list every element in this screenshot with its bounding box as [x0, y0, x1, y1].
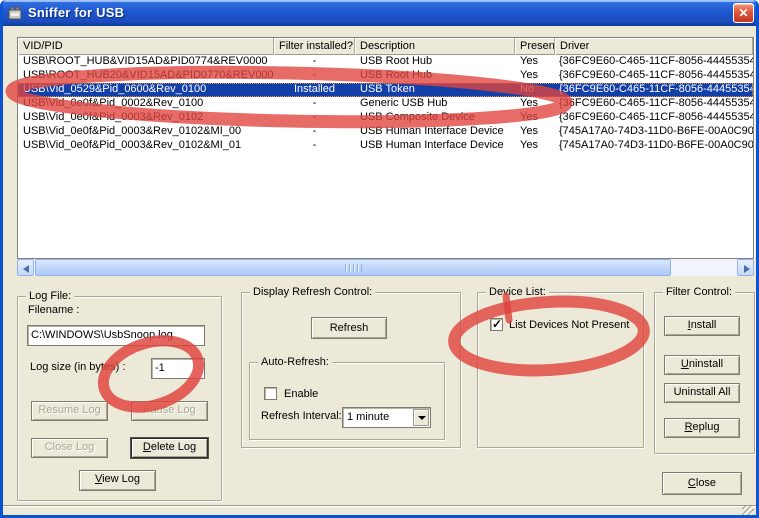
cell-present: Yes	[515, 97, 555, 111]
filename-field[interactable]: C:\WINDOWS\UsbSnoop.log	[27, 325, 205, 346]
cell-description: USB Token	[355, 83, 515, 97]
cell-description: USB Root Hub	[355, 55, 515, 69]
cell-filter: -	[274, 125, 355, 139]
cell-driver: {745A17A0-74D3-11D0-B6FE-00A0C90	[555, 139, 753, 153]
bottom-divider	[3, 505, 756, 507]
scroll-left-button[interactable]	[17, 259, 34, 276]
scroll-right-button[interactable]	[737, 259, 754, 276]
cell-driver: {36FC9E60-C465-11CF-8056-44455354	[555, 97, 753, 111]
view-log-button[interactable]: View Log	[79, 470, 156, 491]
chevron-down-icon[interactable]	[413, 409, 429, 426]
cell-present: No	[515, 83, 555, 97]
cell-description: USB Root Hub	[355, 69, 515, 83]
cell-driver: {36FC9E60-C465-11CF-8056-44455354	[555, 55, 753, 69]
table-row[interactable]: USB\ROOT_HUB&VID15AD&PID0774&REV0000 - U…	[18, 55, 753, 69]
cell-vidpid: USB\Vid_0e0f&Pid_0003&Rev_0102&MI_01	[18, 139, 274, 153]
close-dialog-button[interactable]: Close	[662, 472, 742, 495]
cell-driver: {745A17A0-74D3-11D0-B6FE-00A0C90	[555, 125, 753, 139]
list-devices-not-present-checkbox[interactable]	[490, 318, 503, 331]
refresh-button[interactable]: Refresh	[311, 317, 387, 339]
pause-log-button[interactable]: Pause Log	[131, 401, 208, 421]
display-refresh-group-label: Display Refresh Control:	[250, 286, 375, 298]
refresh-interval-value: 1 minute	[347, 410, 389, 425]
table-row[interactable]: USB\Vid_0e0f&Pid_0002&Rev_0100 - Generic…	[18, 97, 753, 111]
cell-description: USB Human Interface Device	[355, 139, 515, 153]
cell-driver: {36FC9E60-C465-11CF-8056-44455354	[555, 69, 753, 83]
log-file-group-label: Log File:	[26, 290, 74, 302]
cell-vidpid: USB\ROOT_HUB20&VID15AD&PID0770&REV0000	[18, 69, 274, 83]
cell-present: Yes	[515, 139, 555, 153]
uninstall-button[interactable]: Uninstall	[664, 355, 740, 375]
cell-filter: -	[274, 69, 355, 83]
cell-filter: -	[274, 111, 355, 125]
enable-label[interactable]: Enable	[284, 388, 318, 400]
table-body: USB\ROOT_HUB&VID15AD&PID0774&REV0000 - U…	[18, 55, 753, 258]
cell-present: Yes	[515, 125, 555, 139]
cell-driver: {36FC9E60-C465-11CF-8056-44455354	[555, 111, 753, 125]
cell-driver: {36FC9E60-C465-11CF-8056-44455354	[555, 83, 753, 97]
table-row[interactable]: USB\Vid_0e0f&Pid_0003&Rev_0102 - USB Com…	[18, 111, 753, 125]
titlebar-highlight	[0, 0, 759, 2]
chevron-left-icon	[23, 265, 29, 273]
usb-device-table: VID/PID Filter installed? Description Pr…	[17, 37, 754, 259]
cell-description: Generic USB Hub	[355, 97, 515, 111]
install-button[interactable]: Install	[664, 316, 740, 336]
header-present[interactable]: Present	[515, 38, 555, 55]
device-list-group-label: Device List:	[486, 286, 549, 298]
header-filter-installed[interactable]: Filter installed?	[274, 38, 355, 55]
cell-description: USB Composite Device	[355, 111, 515, 125]
usb-app-icon	[7, 5, 23, 21]
cell-present: Yes	[515, 69, 555, 83]
uninstall-all-button[interactable]: Uninstall All	[664, 383, 740, 403]
cell-present: Yes	[515, 111, 555, 125]
replug-button[interactable]: Replug	[664, 418, 740, 438]
close-log-button[interactable]: Close Log	[31, 438, 108, 458]
cell-filter: -	[274, 139, 355, 153]
cell-vidpid: USB\Vid_0529&Pid_0600&Rev_0100	[18, 83, 274, 97]
window-title: Sniffer for USB	[28, 5, 124, 20]
enable-auto-refresh-checkbox[interactable]	[264, 387, 277, 400]
auto-refresh-group: Auto-Refresh:	[249, 362, 445, 440]
delete-log-button[interactable]: Delete Log	[131, 438, 208, 458]
filename-label: Filename :	[28, 304, 79, 316]
header-description[interactable]: Description	[355, 38, 515, 55]
cell-vidpid: USB\ROOT_HUB&VID15AD&PID0774&REV0000	[18, 55, 274, 69]
close-window-button[interactable]: ✕	[733, 3, 754, 23]
list-devices-not-present-label[interactable]: List Devices Not Present	[509, 319, 629, 331]
chevron-right-icon	[744, 265, 750, 273]
filter-control-group-label: Filter Control:	[663, 286, 735, 298]
header-vidpid[interactable]: VID/PID	[18, 38, 274, 55]
log-size-label: Log size (in bytes) :	[30, 361, 125, 373]
resize-grip[interactable]	[742, 506, 754, 516]
cell-filter: -	[274, 55, 355, 69]
header-driver[interactable]: Driver	[555, 38, 753, 55]
scrollbar-grip-icon	[345, 264, 362, 272]
cell-vidpid: USB\Vid_0e0f&Pid_0002&Rev_0100	[18, 97, 274, 111]
cell-filter: Installed	[274, 83, 355, 97]
table-row[interactable]: USB\Vid_0e0f&Pid_0003&Rev_0102&MI_01 - U…	[18, 139, 753, 153]
cell-vidpid: USB\Vid_0e0f&Pid_0003&Rev_0102	[18, 111, 274, 125]
cell-filter: -	[274, 97, 355, 111]
table-row[interactable]: USB\Vid_0e0f&Pid_0003&Rev_0102&MI_00 - U…	[18, 125, 753, 139]
cell-vidpid: USB\Vid_0e0f&Pid_0003&Rev_0102&MI_00	[18, 125, 274, 139]
horizontal-scrollbar[interactable]	[17, 259, 754, 276]
resume-log-button[interactable]: Resume Log	[31, 401, 108, 421]
table-row[interactable]: USB\ROOT_HUB20&VID15AD&PID0770&REV0000 -…	[18, 69, 753, 83]
refresh-interval-label: Refresh Interval:	[261, 410, 342, 422]
scrollbar-thumb[interactable]	[35, 259, 671, 276]
titlebar: Sniffer for USB ✕	[0, 0, 759, 26]
window: Sniffer for USB ✕ VID/PID Filter install…	[0, 0, 759, 518]
table-row-selected[interactable]: USB\Vid_0529&Pid_0600&Rev_0100 Installed…	[18, 83, 753, 97]
device-list-group: Device List:	[477, 292, 644, 448]
cell-present: Yes	[515, 55, 555, 69]
refresh-interval-dropdown[interactable]: 1 minute	[342, 407, 431, 428]
auto-refresh-group-label: Auto-Refresh:	[258, 356, 332, 368]
table-header: VID/PID Filter installed? Description Pr…	[18, 38, 753, 55]
cell-description: USB Human Interface Device	[355, 125, 515, 139]
log-size-field[interactable]: -1	[151, 358, 205, 379]
